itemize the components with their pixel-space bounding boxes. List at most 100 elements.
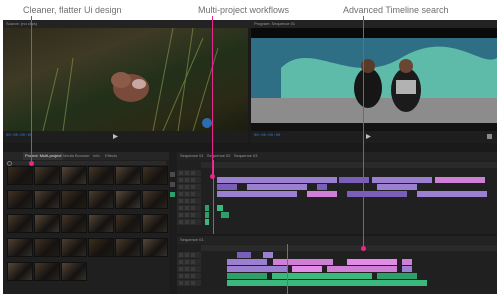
timeline-clip[interactable] — [435, 177, 485, 183]
project-clip-thumbnail[interactable] — [61, 166, 87, 185]
project-clip-thumbnail[interactable] — [7, 166, 33, 185]
mute-icon[interactable] — [191, 274, 195, 278]
project-clip-thumbnail[interactable] — [34, 262, 60, 281]
marker-icon[interactable] — [170, 192, 175, 197]
timeline-clip[interactable] — [247, 184, 307, 190]
timeline-clip[interactable] — [221, 212, 229, 218]
timeline-clip[interactable] — [377, 273, 417, 279]
mute-icon[interactable] — [191, 267, 195, 271]
timeline-clip[interactable] — [217, 184, 237, 190]
selection-icon[interactable] — [170, 172, 175, 177]
timeline-clip[interactable] — [327, 266, 397, 272]
timeline-clip[interactable] — [402, 266, 412, 272]
timeline-ruler[interactable] — [201, 162, 497, 168]
mute-icon[interactable] — [191, 206, 195, 210]
playhead[interactable] — [213, 160, 214, 234]
track-header[interactable] — [177, 273, 201, 279]
project-clip-thumbnail[interactable] — [115, 214, 141, 233]
tab-project[interactable]: Project: Multi-project — [23, 152, 64, 160]
eye-icon[interactable] — [185, 260, 189, 264]
project-clip-thumbnail[interactable] — [61, 190, 87, 209]
lock-icon[interactable] — [179, 192, 183, 196]
project-clip-thumbnail[interactable] — [88, 190, 114, 209]
track-header[interactable] — [177, 280, 201, 286]
project-clip-thumbnail[interactable] — [142, 238, 168, 257]
timeline-clip[interactable] — [227, 259, 267, 265]
eye-icon[interactable] — [185, 274, 189, 278]
eye-icon[interactable] — [185, 253, 189, 257]
project-clip-thumbnail[interactable] — [34, 214, 60, 233]
program-monitor-view[interactable] — [251, 28, 497, 131]
project-clip-thumbnail[interactable] — [115, 190, 141, 209]
eye-icon[interactable] — [185, 213, 189, 217]
timeline-clip[interactable] — [347, 191, 407, 197]
project-clip-thumbnail[interactable] — [7, 262, 33, 281]
tab-sequence-03[interactable]: Sequence 03 — [234, 153, 258, 158]
eye-icon[interactable] — [185, 267, 189, 271]
timeline-clip[interactable] — [205, 219, 209, 225]
project-clip-thumbnail[interactable] — [88, 238, 114, 257]
project-clip-thumbnail[interactable] — [88, 214, 114, 233]
eye-icon[interactable] — [185, 171, 189, 175]
lock-icon[interactable] — [179, 199, 183, 203]
lock-icon[interactable] — [179, 267, 183, 271]
mute-icon[interactable] — [191, 199, 195, 203]
mute-icon[interactable] — [191, 192, 195, 196]
timeline-clip[interactable] — [205, 212, 209, 218]
tab-sequence-01[interactable]: Sequence 01 — [180, 153, 204, 158]
eye-icon[interactable] — [185, 185, 189, 189]
project-clip-thumbnail[interactable] — [61, 262, 87, 281]
timeline-clip[interactable] — [217, 205, 223, 211]
mute-icon[interactable] — [191, 171, 195, 175]
razor-icon[interactable] — [170, 182, 175, 187]
tab-media-browser[interactable]: Media Browser — [61, 152, 92, 160]
timeline-clip[interactable] — [372, 177, 432, 183]
mute-icon[interactable] — [191, 220, 195, 224]
project-clip-thumbnail[interactable] — [142, 190, 168, 209]
project-clip-thumbnail[interactable] — [88, 166, 114, 185]
project-clip-thumbnail[interactable] — [34, 190, 60, 209]
eye-icon[interactable] — [185, 199, 189, 203]
lock-icon[interactable] — [179, 274, 183, 278]
project-clip-thumbnail[interactable] — [34, 166, 60, 185]
eye-icon[interactable] — [185, 206, 189, 210]
timeline-clip[interactable] — [227, 266, 287, 272]
mute-icon[interactable] — [191, 260, 195, 264]
tab-info[interactable]: Info — [91, 152, 102, 160]
lock-icon[interactable] — [179, 253, 183, 257]
track-header[interactable] — [177, 266, 201, 272]
tab-sequence-02[interactable]: Sequence 02 — [207, 153, 231, 158]
timeline-clip[interactable] — [292, 266, 322, 272]
tab-sequence[interactable]: Sequence 01 — [180, 237, 204, 242]
timeline-ruler[interactable] — [201, 245, 497, 251]
track-header[interactable] — [177, 177, 201, 183]
timeline-clip[interactable] — [347, 259, 397, 265]
mute-icon[interactable] — [191, 178, 195, 182]
track-header[interactable] — [177, 252, 201, 258]
project-clip-thumbnail[interactable] — [142, 166, 168, 185]
project-clip-thumbnail[interactable] — [7, 214, 33, 233]
timeline-clip[interactable] — [227, 273, 267, 279]
timeline-clip[interactable] — [307, 191, 337, 197]
lock-icon[interactable] — [179, 206, 183, 210]
timeline-clip[interactable] — [273, 259, 333, 265]
track-header[interactable] — [177, 170, 201, 176]
project-clip-thumbnail[interactable] — [142, 214, 168, 233]
track-header[interactable] — [177, 184, 201, 190]
timeline-clip[interactable] — [402, 259, 412, 265]
track-header[interactable] — [177, 191, 201, 197]
playhead[interactable] — [287, 244, 288, 294]
project-clip-thumbnail[interactable] — [115, 166, 141, 185]
lock-icon[interactable] — [179, 213, 183, 217]
track-header[interactable] — [177, 212, 201, 218]
timeline-clip[interactable] — [377, 184, 417, 190]
lock-icon[interactable] — [179, 178, 183, 182]
eye-icon[interactable] — [185, 220, 189, 224]
lock-icon[interactable] — [179, 260, 183, 264]
track-header[interactable] — [177, 198, 201, 204]
timeline-clip[interactable] — [227, 280, 427, 286]
eye-icon[interactable] — [185, 192, 189, 196]
mute-icon[interactable] — [191, 213, 195, 217]
lock-icon[interactable] — [179, 171, 183, 175]
play-icon[interactable] — [366, 134, 371, 139]
